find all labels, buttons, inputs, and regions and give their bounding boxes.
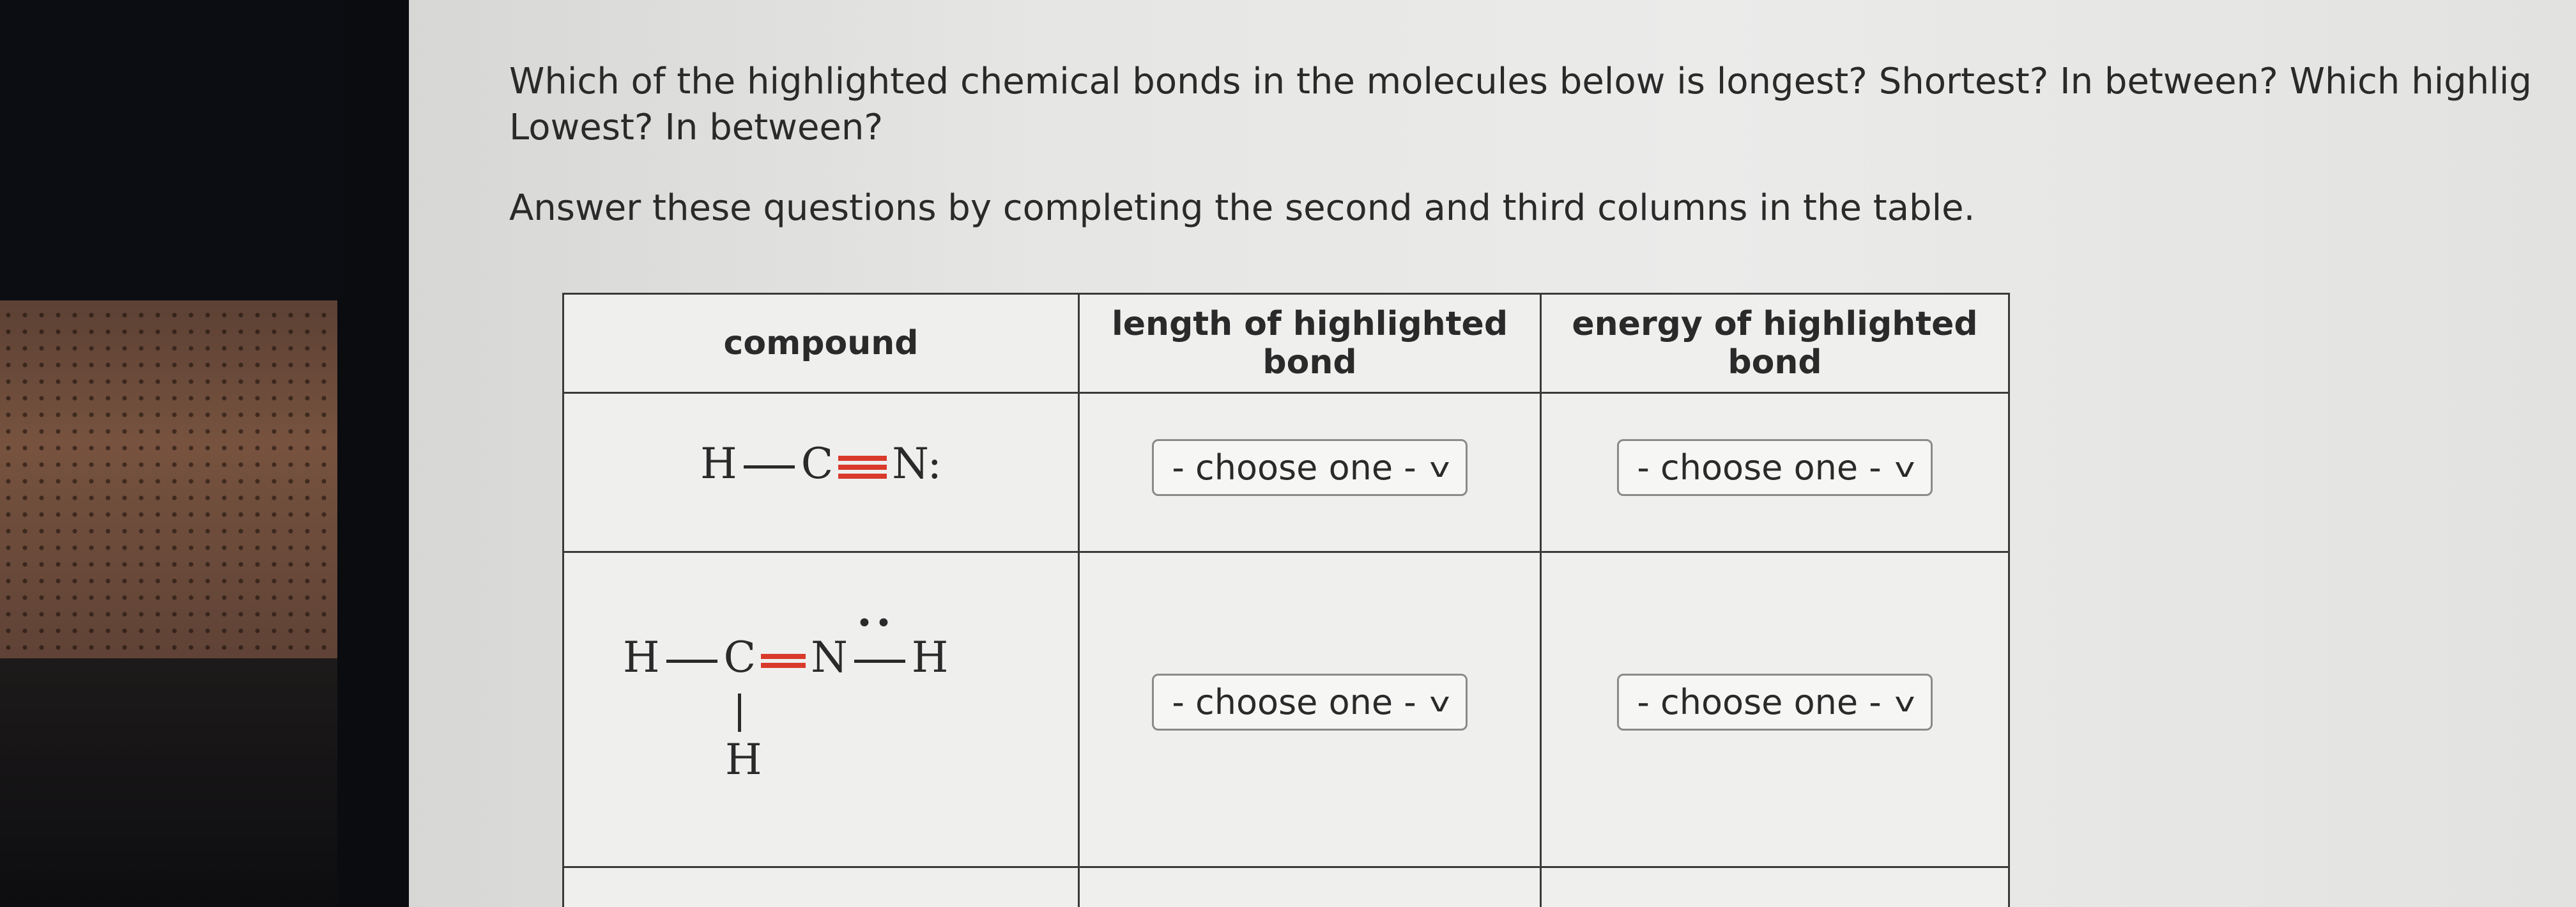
- molecule-ch2nh: H C N H •• H: [623, 582, 1019, 784]
- length-select[interactable]: - choose one - v: [1152, 438, 1468, 496]
- instruction-text: Answer these questions by completing the…: [509, 187, 1975, 229]
- lone-pair: :: [927, 438, 942, 488]
- single-bond: [738, 694, 741, 732]
- chevron-down-icon: v: [1894, 686, 1915, 718]
- atom-h: H: [911, 633, 949, 682]
- energy-cell: - choose one - v: [1540, 392, 2010, 553]
- length-cell: - choose one - v: [1078, 551, 1542, 868]
- molecule-hcn: H C N:: [700, 439, 942, 488]
- energy-cell: [1540, 866, 2010, 907]
- atom-h: H: [700, 438, 737, 488]
- lone-pair: ••: [856, 607, 894, 640]
- question-line-2: Lowest? In between?: [509, 107, 884, 148]
- header-length: length of highlighted bond: [1078, 293, 1542, 394]
- atom-n: N: [811, 633, 848, 682]
- atom-h: H: [623, 633, 660, 682]
- compound-cell: H C N H •• H: [562, 551, 1080, 868]
- single-bond: [666, 659, 717, 663]
- energy-select[interactable]: - choose one - v: [1617, 673, 1933, 731]
- atom-c: C: [801, 438, 834, 488]
- length-cell: [1078, 866, 1542, 907]
- table-row: H C N H •• H - choose one - v - choose one …: [562, 551, 2010, 868]
- highlighted-triple-bond: [838, 452, 887, 483]
- compound-cell: [562, 866, 1080, 907]
- question-text: Which of the highlighted chemical bonds …: [509, 59, 2576, 151]
- energy-select[interactable]: - choose one - v: [1617, 438, 1933, 496]
- header-energy: energy of highlighted bond: [1540, 293, 2010, 394]
- single-bond: [743, 465, 795, 469]
- energy-cell: - choose one - v: [1540, 551, 2010, 868]
- chevron-down-icon: v: [1429, 451, 1450, 483]
- chevron-down-icon: v: [1429, 686, 1450, 718]
- header-compound: compound: [562, 293, 1080, 394]
- length-select[interactable]: - choose one - v: [1152, 673, 1468, 731]
- atom-c: C: [723, 633, 756, 682]
- atom-n: N: [892, 438, 928, 488]
- table-header-row: compound length of highlighted bond ener…: [562, 293, 2010, 394]
- atom-h: H: [725, 735, 762, 784]
- length-cell: - choose one - v: [1078, 392, 1542, 553]
- single-bond: [854, 659, 905, 663]
- chevron-down-icon: v: [1894, 451, 1915, 483]
- compound-cell: H C N:: [562, 392, 1080, 553]
- background-lower: [0, 658, 383, 907]
- answer-table: compound length of highlighted bond ener…: [562, 293, 2010, 907]
- monitor-edge: [337, 0, 409, 907]
- screen: Which of the highlighted chemical bonds …: [409, 0, 2576, 907]
- table-row: H C N: - choose one - v - choose one - v: [562, 392, 2010, 553]
- question-line-1: Which of the highlighted chemical bonds …: [509, 61, 2532, 102]
- background-texture: [0, 307, 337, 652]
- highlighted-double-bond: [761, 650, 806, 672]
- table-row: [562, 866, 2010, 907]
